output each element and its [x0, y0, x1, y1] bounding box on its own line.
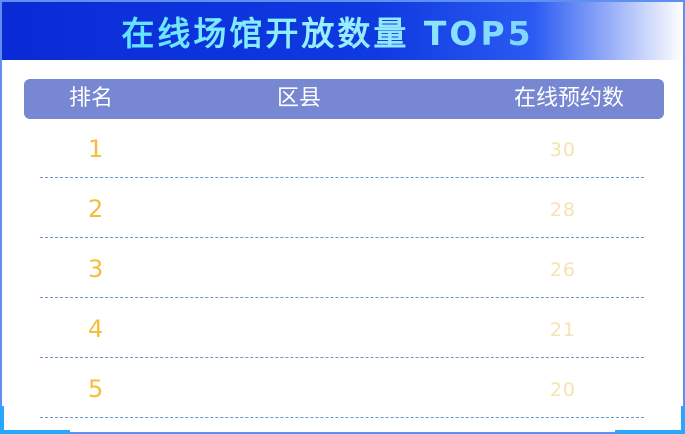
table-header: 排名 区县 在线预约数 — [24, 79, 664, 119]
row-count: 30 — [549, 139, 576, 161]
row-rank: 5 — [88, 375, 104, 403]
header-rank: 排名 — [69, 86, 114, 111]
corner-decoration-right — [615, 406, 685, 434]
top5-panel: 在线场馆开放数量 TOP5 排名 区县 在线预约数 1 30 2 28 3 26… — [0, 0, 685, 434]
row-rank: 4 — [88, 315, 104, 343]
row-count: 26 — [549, 259, 576, 281]
row-rank: 3 — [88, 255, 104, 283]
table-row: 5 20 — [40, 358, 644, 418]
row-count: 20 — [549, 379, 576, 401]
corner-decoration-left — [0, 406, 70, 434]
table-row: 3 26 — [40, 238, 644, 298]
header-online-bookings: 在线预约数 — [513, 86, 624, 111]
table-row: 2 28 — [40, 178, 644, 238]
row-count: 21 — [549, 319, 576, 341]
panel-title: 在线场馆开放数量 TOP5 — [121, 7, 533, 55]
title-bar: 在线场馆开放数量 TOP5 — [2, 2, 683, 60]
header-district: 区县 — [277, 86, 322, 111]
row-rank: 2 — [88, 195, 104, 223]
table-row: 4 21 — [40, 298, 644, 358]
row-rank: 1 — [88, 135, 104, 163]
row-count: 28 — [549, 199, 576, 221]
table-row: 1 30 — [40, 118, 644, 178]
